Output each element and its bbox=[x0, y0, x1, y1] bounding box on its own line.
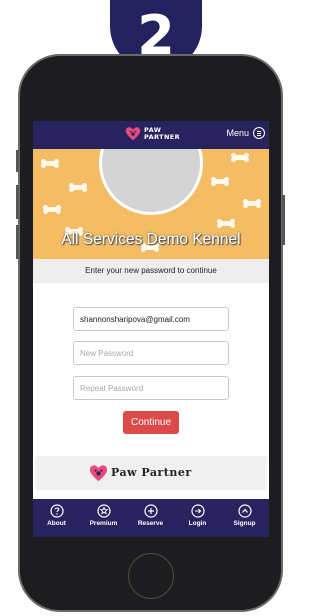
question-icon bbox=[49, 504, 64, 518]
chevron-up-icon bbox=[237, 504, 252, 518]
plus-icon bbox=[143, 504, 158, 518]
paw-heart-icon bbox=[125, 127, 141, 141]
bone-pattern-icon bbox=[211, 177, 229, 184]
bottom-tab-bar: About Premium Reserve Login Signup bbox=[33, 499, 269, 537]
brand-footer: Paw Partner bbox=[35, 456, 267, 490]
kennel-avatar bbox=[99, 149, 203, 215]
phone-power-button bbox=[282, 195, 285, 245]
bone-pattern-icon bbox=[69, 183, 87, 190]
tab-reserve[interactable]: Reserve bbox=[127, 499, 174, 537]
new-password-field[interactable] bbox=[73, 341, 229, 365]
continue-button[interactable]: Continue bbox=[123, 411, 179, 434]
hero-banner: All Services Demo Kennel bbox=[33, 149, 269, 259]
header-logo-text: PAW PARTNER bbox=[144, 127, 180, 141]
tab-premium[interactable]: Premium bbox=[80, 499, 127, 537]
bone-pattern-icon bbox=[217, 219, 235, 226]
header-logo-line2: PARTNER bbox=[144, 133, 181, 141]
brand-name: Paw Partner bbox=[111, 466, 192, 479]
repeat-password-field[interactable] bbox=[73, 376, 229, 400]
bone-pattern-icon bbox=[43, 205, 61, 212]
bone-pattern-icon bbox=[231, 153, 249, 160]
login-icon bbox=[190, 504, 205, 518]
email-field[interactable] bbox=[73, 307, 229, 331]
paw-heart-icon bbox=[89, 465, 108, 482]
hamburger-icon bbox=[253, 127, 265, 139]
phone-home-button bbox=[128, 553, 174, 599]
star-icon bbox=[96, 504, 111, 518]
phone-volume-down bbox=[16, 225, 19, 259]
bone-pattern-icon bbox=[41, 159, 59, 166]
header-logo[interactable]: PAW PARTNER bbox=[125, 126, 180, 142]
instruction-text: Enter your new password to continue bbox=[85, 266, 217, 275]
phone-side-button bbox=[16, 150, 19, 172]
kennel-name: All Services Demo Kennel bbox=[61, 231, 241, 248]
menu-button[interactable]: Menu bbox=[226, 127, 265, 139]
bone-pattern-icon bbox=[243, 199, 261, 206]
tab-signup-label: Signup bbox=[233, 520, 256, 527]
phone-volume-up bbox=[16, 185, 19, 219]
tab-login-label: Login bbox=[188, 520, 207, 527]
instruction-bar: Enter your new password to continue bbox=[33, 259, 269, 283]
tab-reserve-label: Reserve bbox=[137, 520, 164, 527]
app-screen: PAW PARTNER Menu All Services Demo Kenne… bbox=[33, 121, 269, 537]
tab-signup[interactable]: Signup bbox=[221, 499, 268, 537]
tab-premium-label: Premium bbox=[89, 520, 118, 527]
tab-about-label: About bbox=[47, 520, 66, 527]
tab-login[interactable]: Login bbox=[174, 499, 221, 537]
top-nav-bar: PAW PARTNER Menu bbox=[33, 121, 269, 149]
menu-label: Menu bbox=[226, 128, 249, 138]
tab-about[interactable]: About bbox=[33, 499, 80, 537]
